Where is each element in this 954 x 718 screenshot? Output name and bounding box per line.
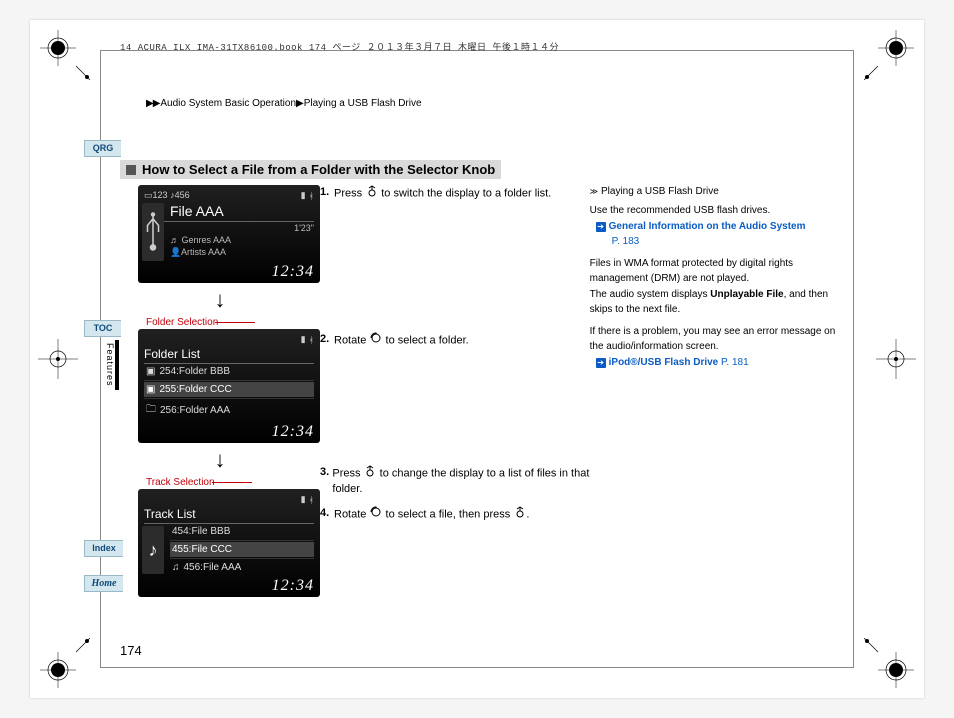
sidebar-paragraph: Files in WMA format protected by digital… <box>590 257 840 286</box>
list-item-selected: ▣255:Folder CCC <box>144 382 314 397</box>
folder-icon: ▣ <box>146 384 155 395</box>
clock-display: 12:34 <box>144 261 314 281</box>
manual-page: 14 ACURA ILX IMA-31TX86100.book 174 ページ … <box>30 20 924 698</box>
display-screenshot-folder-list: ▮ᚼ Folder List ▣254:Folder BBB ▣255:Fold… <box>138 329 320 443</box>
page-reference: P. 181 <box>721 357 749 368</box>
tab-home[interactable]: Home <box>84 575 123 592</box>
tab-toc[interactable]: TOC <box>84 320 121 337</box>
link-ipod-usb-flash[interactable]: iPod®/USB Flash Drive <box>609 357 719 368</box>
link-general-info-audio[interactable]: General Information on the Audio System <box>609 221 806 232</box>
callout-track-selection: Track Selection <box>146 477 320 488</box>
breadcrumb-level-1: Audio System Basic Operation <box>160 98 296 109</box>
registration-mark-icon <box>40 638 90 688</box>
sidebar-paragraph: The audio system displays Unplayable Fil… <box>590 288 840 317</box>
folder-icon: ▣ <box>146 366 155 377</box>
selector-press-icon <box>365 185 378 202</box>
sidebar-caption: ≫Playing a USB Flash Drive <box>590 185 840 200</box>
signal-icon: ▮ <box>301 190 306 201</box>
signal-icon: ▮ <box>301 334 306 345</box>
step-1: 1. Press to switch the display to a fold… <box>320 185 590 202</box>
clock-display: 12:34 <box>144 575 314 595</box>
bluetooth-icon: ᚼ <box>309 335 314 345</box>
page-reference: P. 183 <box>596 236 640 247</box>
step-number: 3. <box>320 465 332 498</box>
selector-press-icon <box>513 506 526 523</box>
clock-display: 12:34 <box>144 421 314 441</box>
artist-icon: 👤 <box>170 247 179 256</box>
music-file-icon: ♫ <box>172 562 180 573</box>
down-arrow-icon: ↓ <box>120 287 320 313</box>
list-item: 🗀256:Folder AAA <box>144 400 314 421</box>
step-text: to select a file, then press <box>382 508 513 520</box>
screen-title: Folder List <box>144 345 314 364</box>
breadcrumb-arrow-icon: ▶ <box>296 98 303 109</box>
callout-folder-selection: Folder Selection <box>146 317 320 328</box>
step-text: Rotate <box>334 335 369 347</box>
step-text: Press <box>332 467 363 479</box>
current-file-name: File AAA <box>144 201 314 222</box>
document-meta-header: 14 ACURA ILX IMA-31TX86100.book 174 ページ … <box>120 40 559 53</box>
file-count: 456 <box>175 190 190 200</box>
selector-rotate-icon <box>369 506 382 523</box>
page-number: 174 <box>120 643 142 658</box>
breadcrumb-arrow-icon: ▶▶ <box>146 98 159 109</box>
crosshair-icon <box>38 339 78 379</box>
step-text: Press <box>334 188 365 200</box>
music-folder-icon: 🗀 <box>146 402 156 419</box>
continued-icon: ≫ <box>590 186 598 198</box>
step-2: 2. Rotate to select a folder. <box>320 332 590 349</box>
registration-mark-icon <box>40 30 90 80</box>
folder-count: 123 <box>153 190 168 200</box>
display-screenshot-track-list: ▮ᚼ Track List ♪ 454:File BBB 455:File CC… <box>138 489 320 597</box>
link-arrow-icon: ➔ <box>596 222 606 232</box>
breadcrumb-level-2: Playing a USB Flash Drive <box>304 98 422 109</box>
unplayable-file-text: Unplayable File <box>710 289 783 300</box>
genre-icon: ♬ <box>170 235 179 244</box>
step-4: 4. Rotate to select a file, then press . <box>320 506 590 523</box>
step-3: 3. Press to change the display to a list… <box>320 465 590 498</box>
section-edge-label: Features <box>85 340 119 390</box>
display-screenshot-now-playing: ▭123 ♪456 ▮ᚼ File AAA 1'23" ♬ Genres AAA… <box>138 185 320 283</box>
bluetooth-icon: ᚼ <box>309 191 314 201</box>
down-arrow-icon: ↓ <box>120 447 320 473</box>
elapsed-time: 1'23" <box>294 223 314 233</box>
selector-rotate-icon <box>369 332 382 349</box>
list-item: ♫456:File AAA <box>170 560 314 575</box>
usb-icon <box>142 203 164 261</box>
link-arrow-icon: ➔ <box>596 358 606 368</box>
sidebar-paragraph: If there is a problem, you may see an er… <box>590 325 840 354</box>
tab-index[interactable]: Index <box>84 540 123 557</box>
bluetooth-icon: ᚼ <box>309 495 314 505</box>
tab-qrg[interactable]: QRG <box>84 140 121 157</box>
section-heading: How to Select a File from a Folder with … <box>120 160 501 179</box>
step-text: to switch the display to a folder list. <box>378 188 551 200</box>
folder-icon: ▭ <box>144 190 153 200</box>
list-item-selected: 455:File CCC <box>170 542 314 557</box>
genre-row: ♬ Genres AAA <box>170 235 231 245</box>
registration-mark-icon <box>864 638 914 688</box>
step-number: 4. <box>320 506 334 523</box>
crosshair-icon <box>876 339 916 379</box>
selector-press-icon <box>364 465 377 482</box>
music-note-icon: ♪ <box>142 526 164 574</box>
breadcrumb: ▶▶Audio System Basic Operation▶Playing a… <box>146 98 422 109</box>
step-text: . <box>526 508 529 520</box>
registration-mark-icon <box>864 30 914 80</box>
sidebar-paragraph: Use the recommended USB flash drives. <box>590 204 840 219</box>
screen-title: Track List <box>144 505 314 524</box>
step-text: to select a folder. <box>382 335 468 347</box>
step-number: 1. <box>320 185 334 202</box>
heading-bullet-icon <box>126 165 136 175</box>
step-text: Rotate <box>334 508 369 520</box>
list-item: 454:File BBB <box>170 524 314 539</box>
step-number: 2. <box>320 332 334 349</box>
signal-icon: ▮ <box>301 494 306 505</box>
list-item: ▣254:Folder BBB <box>144 364 314 379</box>
artist-row: 👤 Artists AAA <box>170 247 226 257</box>
heading-title: How to Select a File from a Folder with … <box>142 162 495 177</box>
